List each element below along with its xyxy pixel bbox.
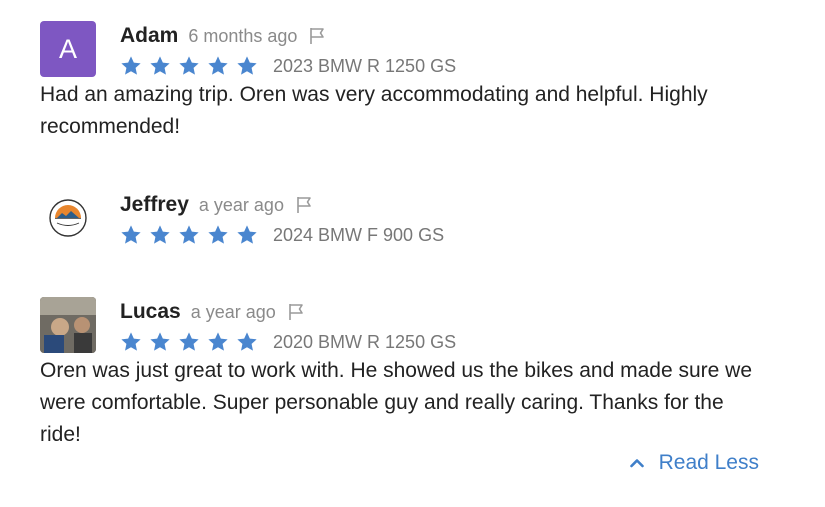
reviewer-name: Jeffrey <box>120 193 189 216</box>
star-icon <box>237 225 257 244</box>
review-header: Jeffrey a year ago 2024 BMW F 900 GS <box>40 190 760 248</box>
profile-photo <box>40 297 96 353</box>
flag-icon[interactable] <box>286 302 306 322</box>
flag-icon[interactable] <box>307 26 327 46</box>
star-icon <box>208 225 228 244</box>
star-icon <box>150 332 170 351</box>
review-header: Lucas a year ago 2020 BMW R 1250 GS <box>40 297 760 355</box>
review-header: A Adam 6 months ago 2023 BMW R 1250 GS <box>40 21 760 79</box>
beyond-adventure-logo <box>49 199 87 237</box>
review-meta: Adam 6 months ago 2023 BMW R 1250 GS <box>120 21 456 81</box>
avatar: A <box>40 21 96 77</box>
avatar <box>40 190 96 246</box>
chevron-up-icon <box>629 459 644 468</box>
avatar <box>40 297 96 353</box>
review-text: Oren was just great to work with. He sho… <box>40 359 753 446</box>
review-text: Had an amazing trip. Oren was very accom… <box>40 83 708 138</box>
star-icon <box>150 225 170 244</box>
review-item: A Adam 6 months ago 2023 BMW R 1250 GS H… <box>40 21 760 143</box>
review-item: Jeffrey a year ago 2024 BMW F 900 GS <box>40 190 760 248</box>
read-less-button[interactable]: Read Less <box>629 451 759 475</box>
review-time: a year ago <box>190 301 276 322</box>
read-less-label: Read Less <box>658 451 759 474</box>
star-rating <box>120 55 265 77</box>
bike-model: 2023 BMW R 1250 GS <box>273 55 457 76</box>
star-icon <box>121 225 141 244</box>
star-icon <box>179 56 199 75</box>
star-icon <box>179 225 199 244</box>
review-meta: Jeffrey a year ago 2024 BMW F 900 GS <box>120 190 444 250</box>
avatar-letter: A <box>58 33 77 64</box>
star-icon <box>208 56 228 75</box>
review-time: 6 months ago <box>188 25 298 46</box>
review-item: Lucas a year ago 2020 BMW R 1250 GS Oren… <box>40 297 760 451</box>
review-meta: Lucas a year ago 2020 BMW R 1250 GS <box>120 297 456 357</box>
star-rating <box>120 331 265 353</box>
bike-model: 2024 BMW F 900 GS <box>273 224 445 245</box>
star-icon <box>237 56 257 75</box>
flag-icon[interactable] <box>294 195 314 215</box>
reviewer-name: Lucas <box>120 300 181 323</box>
star-icon <box>121 56 141 75</box>
star-icon <box>179 332 199 351</box>
star-icon <box>121 332 141 351</box>
review-time: a year ago <box>198 194 284 215</box>
star-rating <box>120 224 265 246</box>
bike-model: 2020 BMW R 1250 GS <box>273 331 457 352</box>
star-icon <box>150 56 170 75</box>
star-icon <box>208 332 228 351</box>
star-icon <box>237 332 257 351</box>
reviewer-name: Adam <box>120 24 179 47</box>
